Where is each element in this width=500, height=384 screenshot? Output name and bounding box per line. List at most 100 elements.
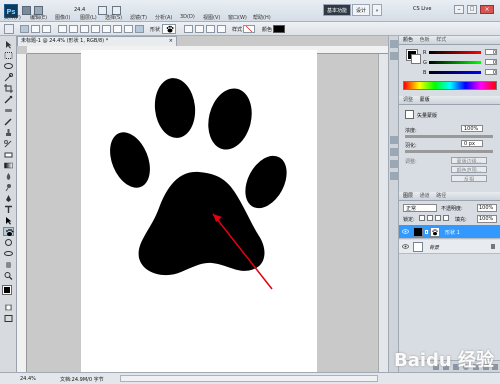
rounded-rectangle-option[interactable] xyxy=(91,25,100,33)
workspace-design-button[interactable]: 设计 xyxy=(352,4,370,16)
color-range-button[interactable]: 颜色范围... xyxy=(451,166,487,174)
3d-orbit-tool-icon[interactable] xyxy=(3,249,14,258)
layer-row-shape[interactable]: 形状 1 xyxy=(399,225,500,239)
close-button[interactable]: × xyxy=(480,5,494,14)
mask-edge-button[interactable]: 蒙版边缘... xyxy=(451,157,487,165)
feather-slider[interactable] xyxy=(405,150,493,153)
tab-swatches[interactable]: 色板 xyxy=(420,37,430,43)
tab-color[interactable]: 颜色 xyxy=(403,37,413,43)
workspace-more-button[interactable]: » xyxy=(372,4,382,16)
layer-row-background[interactable]: 背景 xyxy=(399,240,500,254)
freeform-pen-option[interactable] xyxy=(69,25,78,33)
tab-masks[interactable]: 蒙版 xyxy=(420,97,430,103)
lasso-tool-icon[interactable] xyxy=(3,62,14,71)
menu-select[interactable]: 选择(S) xyxy=(105,14,122,21)
lock-all-icon[interactable] xyxy=(443,215,449,221)
opacity-value[interactable]: 100% xyxy=(477,204,497,212)
channel-b-slider[interactable] xyxy=(429,71,481,74)
lock-position-icon[interactable] xyxy=(435,215,441,221)
visibility-eye-icon[interactable] xyxy=(402,228,409,235)
history-panel-icon[interactable] xyxy=(390,40,398,48)
document-tab[interactable]: 未标题-1 @ 24.4% (形状 1, RGB/8) * × xyxy=(17,36,177,46)
ellipse-option[interactable] xyxy=(102,25,111,33)
status-doc-size[interactable]: 文档:24.9M/0 字节 xyxy=(60,376,104,383)
workspace-basic-button[interactable]: 基本功能 xyxy=(323,4,351,16)
color-swatch[interactable] xyxy=(273,25,285,33)
status-zoom[interactable]: 24.4% xyxy=(20,376,36,382)
invert-button[interactable]: 反相 xyxy=(451,175,487,183)
screen-mode-icon[interactable] xyxy=(3,314,14,323)
feather-value[interactable]: 0 px xyxy=(461,140,483,147)
blend-mode-select[interactable]: 正常 xyxy=(403,204,437,212)
zoom-tool-icon[interactable] xyxy=(3,271,14,280)
type-tool-icon[interactable] xyxy=(3,205,14,214)
polygon-option[interactable] xyxy=(113,25,122,33)
move-tool-icon[interactable] xyxy=(3,40,14,49)
menu-analysis[interactable]: 分析(A) xyxy=(155,14,172,21)
quick-select-tool-icon[interactable] xyxy=(3,73,14,82)
paragraph-panel-icon[interactable] xyxy=(390,148,398,156)
eraser-tool-icon[interactable] xyxy=(3,150,14,159)
menu-edit[interactable]: 编辑(E) xyxy=(30,14,47,21)
shape-layer-toggle[interactable] xyxy=(20,25,29,33)
menu-window[interactable]: 窗口(W) xyxy=(228,14,247,21)
channel-r-slider[interactable] xyxy=(429,51,481,54)
clone-source-panel-icon[interactable] xyxy=(390,172,398,180)
style-swatch[interactable] xyxy=(243,25,255,33)
fill-pixels-toggle[interactable] xyxy=(42,25,51,33)
gradient-tool-icon[interactable] xyxy=(3,161,14,170)
canvas[interactable] xyxy=(81,50,317,372)
tab-paths[interactable]: 路径 xyxy=(436,193,446,199)
path-op-intersect[interactable] xyxy=(217,25,226,33)
channel-g-slider[interactable] xyxy=(429,61,481,64)
path-toggle[interactable] xyxy=(31,25,40,33)
menu-image[interactable]: 图像(I) xyxy=(55,14,70,21)
pen-tool-option[interactable] xyxy=(58,25,67,33)
zoom-level[interactable]: 24.4 xyxy=(74,7,85,13)
rectangle-option[interactable] xyxy=(80,25,89,33)
hand-tool-icon[interactable] xyxy=(3,260,14,269)
path-op-subtract[interactable] xyxy=(206,25,215,33)
vertical-scrollbar[interactable] xyxy=(378,54,388,372)
clone-stamp-tool-icon[interactable] xyxy=(3,128,14,137)
tab-adjustments[interactable]: 调整 xyxy=(403,97,413,103)
menu-layer[interactable]: 图层(L) xyxy=(80,14,97,21)
quick-mask-icon[interactable] xyxy=(3,303,14,312)
channel-b-value[interactable]: 0 xyxy=(485,69,497,76)
dodge-tool-icon[interactable] xyxy=(3,183,14,192)
minimize-button[interactable]: – xyxy=(454,5,464,14)
actions-panel-icon[interactable] xyxy=(390,52,398,60)
character-panel-icon[interactable] xyxy=(390,136,398,144)
vector-mask-thumbnail[interactable] xyxy=(430,227,440,237)
density-slider[interactable] xyxy=(405,135,493,138)
tab-styles[interactable]: 样式 xyxy=(436,37,446,43)
line-option[interactable] xyxy=(124,25,133,33)
tab-channels[interactable]: 通道 xyxy=(420,193,430,199)
3d-rotate-tool-icon[interactable] xyxy=(3,238,14,247)
lock-image-icon[interactable] xyxy=(427,215,433,221)
custom-shape-option[interactable] xyxy=(135,25,144,33)
path-op-add[interactable] xyxy=(195,25,204,33)
paw-print-shape[interactable] xyxy=(81,50,317,372)
brush-panel-icon[interactable] xyxy=(390,160,398,168)
eyedropper-tool-icon[interactable] xyxy=(3,95,14,104)
channel-r-value[interactable]: 0 xyxy=(485,49,497,56)
blur-tool-icon[interactable] xyxy=(3,172,14,181)
history-brush-tool-icon[interactable] xyxy=(3,139,14,148)
density-value[interactable]: 100% xyxy=(461,125,483,132)
tool-preset-icon[interactable] xyxy=(4,24,14,34)
path-op-new[interactable] xyxy=(184,25,193,33)
cslive-button[interactable]: CS Live xyxy=(413,6,431,12)
color-spectrum-bar[interactable] xyxy=(403,81,497,90)
brush-tool-icon[interactable] xyxy=(3,117,14,126)
fill-value[interactable]: 100% xyxy=(477,215,497,223)
tab-layers[interactable]: 图层 xyxy=(403,193,413,199)
paw-shape-picker[interactable] xyxy=(162,24,176,34)
crop-tool-icon[interactable] xyxy=(3,84,14,93)
menu-help[interactable]: 帮助(H) xyxy=(253,14,271,21)
marquee-tool-icon[interactable] xyxy=(3,51,14,60)
menu-view[interactable]: 视图(V) xyxy=(203,14,220,21)
pen-tool-icon[interactable] xyxy=(3,194,14,203)
menu-file[interactable]: 文件(F) xyxy=(4,14,21,21)
maximize-button[interactable]: □ xyxy=(467,5,477,14)
